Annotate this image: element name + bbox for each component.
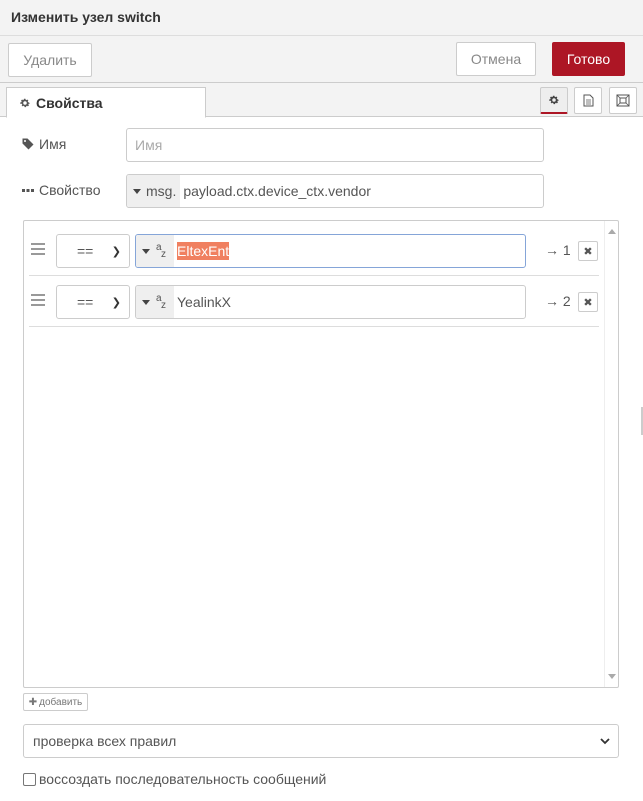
rule-value-type-button[interactable]: az	[136, 235, 174, 267]
property-label: Свойство	[22, 182, 100, 198]
property-label-text: Свойство	[39, 182, 101, 198]
delete-button[interactable]: Удалить	[8, 43, 92, 77]
document-icon	[583, 94, 593, 107]
rule-value-input[interactable]: az YealinkX	[135, 285, 526, 319]
name-label-text: Имя	[39, 136, 67, 152]
property-type-label: msg.	[146, 183, 177, 199]
rule-output-label: → 1	[545, 242, 571, 258]
chevron-down-icon	[600, 737, 610, 744]
tray-toolbar: Удалить Отмена Готово	[0, 36, 643, 83]
tab-properties[interactable]: Свойства	[6, 87, 206, 118]
rule-operator-value: ==	[77, 243, 94, 259]
string-type-icon: az	[156, 242, 166, 260]
scroll-up-icon[interactable]	[608, 229, 616, 234]
recreate-sequence-row: воссоздать последовательность сообщений	[23, 771, 326, 787]
tray-title: Изменить узел switch	[11, 9, 161, 25]
remove-rule-button[interactable]: ✖	[578, 292, 598, 312]
name-input[interactable]	[126, 128, 544, 162]
done-button[interactable]: Готово	[552, 42, 625, 76]
rule-row: == ❯ az EltexEnt → 1 ✖	[29, 225, 599, 276]
rules-list[interactable]: == ❯ az EltexEnt → 1 ✖ == ❯ az YealinkX …	[23, 220, 619, 688]
gear-icon	[549, 95, 559, 105]
gear-icon	[20, 98, 30, 107]
rule-operator-select[interactable]: == ❯	[56, 285, 130, 319]
property-value[interactable]: payload.ctx.device_ctx.vendor	[180, 175, 371, 207]
property-input[interactable]: msg. payload.ctx.device_ctx.vendor	[126, 174, 544, 208]
tab-settings[interactable]	[540, 87, 568, 114]
rule-operator-value: ==	[77, 294, 94, 310]
caret-down-icon	[142, 299, 150, 305]
tab-appearance[interactable]	[609, 87, 637, 114]
remove-rule-button[interactable]: ✖	[578, 241, 598, 261]
rule-value-selected: EltexEnt	[177, 242, 230, 260]
chevron-down-icon: ❯	[111, 245, 121, 258]
add-rule-button[interactable]: ✚ добавить	[23, 693, 88, 711]
string-type-icon: az	[156, 293, 166, 311]
drag-handle-icon[interactable]	[31, 294, 45, 306]
rule-output-label: → 2	[545, 293, 571, 309]
cancel-button[interactable]: Отмена	[456, 42, 536, 76]
rule-value-input[interactable]: az EltexEnt	[135, 234, 526, 268]
caret-down-icon	[133, 188, 141, 194]
close-icon: ✖	[583, 245, 593, 258]
caret-down-icon	[142, 248, 150, 254]
plus-icon: ✚	[28, 696, 38, 708]
rule-value-text[interactable]: EltexEnt	[174, 235, 230, 267]
chevron-down-icon: ❯	[111, 296, 121, 309]
add-rule-label: добавить	[39, 696, 83, 708]
rule-value-text[interactable]: YealinkX	[174, 286, 231, 318]
frame-icon	[616, 94, 630, 107]
rule-value-type-button[interactable]: az	[136, 286, 174, 318]
check-mode-select[interactable]: проверка всех правил	[23, 724, 619, 758]
tag-icon	[22, 138, 34, 150]
check-mode-value: проверка всех правил	[33, 733, 177, 749]
name-label: Имя	[22, 136, 66, 152]
close-icon: ✖	[583, 296, 593, 309]
tab-description[interactable]	[574, 87, 602, 114]
rule-row: == ❯ az YealinkX → 2 ✖	[29, 276, 599, 327]
tabs-bar: Свойства	[0, 83, 643, 118]
scroll-down-icon[interactable]	[608, 674, 616, 679]
tab-properties-label: Свойства	[36, 94, 103, 111]
drag-handle-icon[interactable]	[31, 243, 45, 255]
rule-operator-select[interactable]: == ❯	[56, 234, 130, 268]
recreate-sequence-checkbox[interactable]	[23, 772, 36, 786]
rules-scrollbar[interactable]	[604, 221, 618, 687]
recreate-sequence-label[interactable]: воссоздать последовательность сообщений	[39, 771, 326, 787]
tray-header: Изменить узел switch	[0, 0, 643, 36]
ellipsis-icon	[22, 189, 34, 192]
property-type-button[interactable]: msg.	[127, 175, 181, 207]
